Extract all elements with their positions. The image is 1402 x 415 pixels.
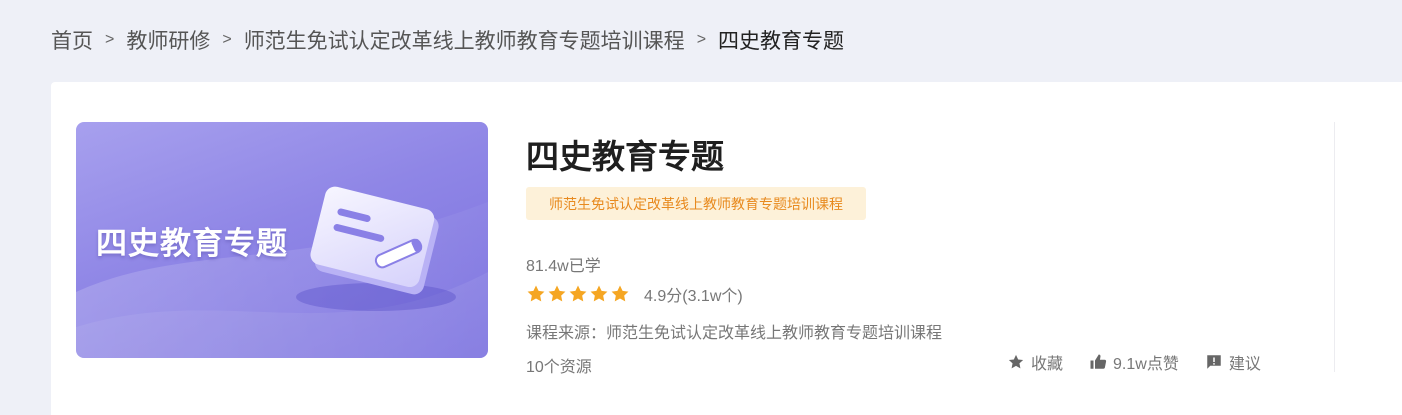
breadcrumb-training-course[interactable]: 师范生免试认定改革线上教师教育专题培训课程 xyxy=(244,25,685,55)
breadcrumb-teacher-training[interactable]: 教师研修 xyxy=(126,25,210,55)
rating-stars xyxy=(526,284,631,304)
rating: 4.9分(3.1w个) xyxy=(526,282,743,306)
cover-title: 四史教育专题 xyxy=(96,226,288,261)
favorite-label: 收藏 xyxy=(1031,356,1064,373)
vertical-divider xyxy=(1334,122,1335,372)
rating-score: 4.9分(3.1w个) xyxy=(644,288,743,305)
rating-star-icon xyxy=(590,285,608,302)
rating-star-icon xyxy=(611,285,629,302)
breadcrumb-current: 四史教育专题 xyxy=(718,30,845,53)
like-count: 9.1w点赞 xyxy=(1113,356,1179,373)
like-button[interactable]: 9.1w点赞 xyxy=(1089,350,1179,374)
rating-star-icon xyxy=(527,285,545,302)
breadcrumb-separator: > xyxy=(696,31,707,48)
breadcrumb-separator: > xyxy=(105,31,115,48)
feedback-label: 建议 xyxy=(1228,356,1261,373)
favorite-button[interactable]: 收藏 xyxy=(1007,350,1063,374)
course-tag[interactable]: 师范生免试认定改革线上教师教育专题培训课程 xyxy=(526,187,866,220)
feedback-icon xyxy=(1207,355,1221,369)
feedback-button[interactable]: 建议 xyxy=(1205,350,1261,374)
breadcrumb-home[interactable]: 首页 xyxy=(51,25,93,55)
breadcrumb-separator: > xyxy=(222,31,232,48)
rating-star-icon xyxy=(569,285,587,302)
star-icon xyxy=(1008,354,1024,369)
thumbs-up-icon xyxy=(1090,354,1107,369)
course-cover: 四史教育专题 xyxy=(76,122,488,358)
rating-star-icon xyxy=(548,285,566,302)
course-title: 四史教育专题 xyxy=(526,138,724,175)
course-card: 四史教育专题 四史教育专题 师范生免试认定改革线上教师教育专题培训课程 81.4… xyxy=(51,82,1402,415)
breadcrumb: 首页 > 教师研修 > 师范生免试认定改革线上教师教育专题培训课程 > 四史教育… xyxy=(51,24,844,56)
resource-count: 10个资源 xyxy=(526,359,592,376)
course-actions: 收藏 9.1w点赞 建议 xyxy=(1007,350,1287,374)
course-source: 课程来源：师范生免试认定改革线上教师教育专题培训课程 xyxy=(526,325,943,342)
learner-count: 81.4w已学 xyxy=(526,258,601,275)
